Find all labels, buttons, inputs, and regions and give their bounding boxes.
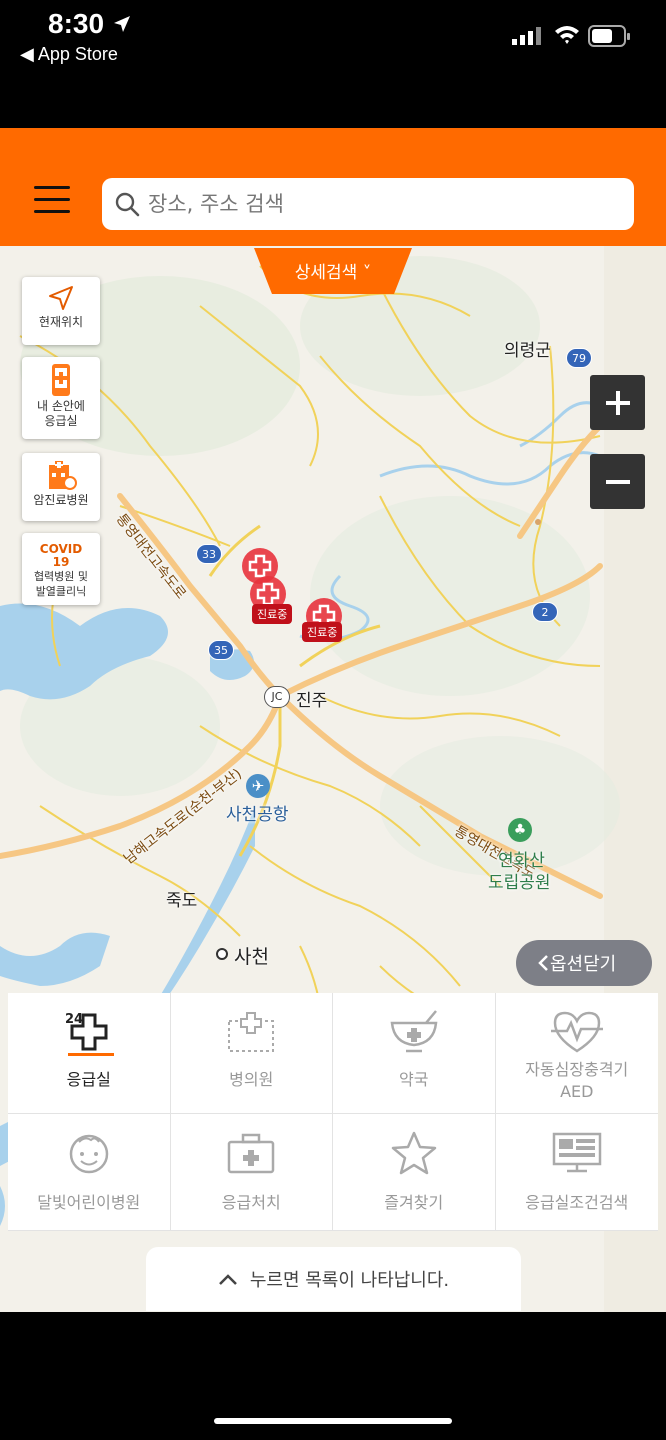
cancer-hospital-icon	[49, 461, 77, 490]
close-options-button[interactable]: 옵션닫기	[516, 940, 652, 986]
category-label: 약국	[399, 1070, 429, 1089]
wifi-icon	[555, 26, 579, 44]
cellular-signal-icon	[512, 27, 541, 45]
pharmacy-bowl-icon	[390, 1010, 438, 1053]
star-icon	[391, 1131, 436, 1175]
city-dot-icon	[216, 948, 228, 960]
heart-pulse-icon	[550, 1011, 603, 1053]
current-location-button[interactable]: 현재위치	[22, 277, 100, 345]
category-clinic[interactable]: 병의원	[170, 993, 333, 1114]
my-hand-er-label-1: 내 손안에	[37, 399, 85, 413]
map-label-sacheon-airport: 사천공항	[226, 805, 289, 825]
back-to-app-store[interactable]: ◀ App Store	[20, 44, 118, 65]
in-treatment-badge: 진료중	[302, 622, 343, 642]
category-label: 즐겨찾기	[384, 1193, 444, 1212]
route-shield-2: 2	[532, 602, 558, 622]
zoom-in-button[interactable]	[590, 375, 645, 430]
search-icon	[115, 192, 140, 217]
category-label: 달빛어린이병원	[37, 1193, 141, 1212]
covid-clinic-button[interactable]: COVID 19 협력병원 및 발열클리닉	[22, 533, 100, 605]
category-label: 병의원	[229, 1070, 274, 1089]
status-bar: 8:30 ◀ App Store	[0, 0, 666, 128]
covid-title-2: 19	[52, 555, 70, 569]
category-grid: 24 응급실 병의원 약국 자동심장충격기 AED 달빛어린이병원 응급처치 즐…	[8, 993, 658, 1231]
battery-icon	[588, 25, 630, 47]
clock: 8:30	[48, 8, 105, 39]
home-indicator[interactable]	[214, 1418, 452, 1424]
map-label-jinju: 진주	[296, 691, 328, 711]
menu-icon[interactable]	[34, 186, 70, 216]
navigation-arrow-icon	[49, 286, 73, 310]
route-shield-33: 33	[196, 544, 222, 564]
hospital-marker[interactable]: 진료중	[246, 574, 293, 624]
category-first-aid[interactable]: 응급처치	[170, 1114, 333, 1231]
in-treatment-badge: 진료중	[252, 604, 293, 624]
detail-search-label: 상세검색 ˅	[294, 263, 372, 283]
category-favorites[interactable]: 즐겨찾기	[333, 1114, 496, 1231]
map-label-uiryeong: 의령군	[504, 341, 551, 361]
route-shield-79: 79	[566, 348, 592, 368]
category-label: 자동심장충격기	[525, 1060, 629, 1079]
park-icon: ♣	[508, 818, 532, 842]
list-drawer-handle[interactable]: 누르면 목록이 나타납니다.	[146, 1247, 521, 1311]
category-moonlight-children-hospital[interactable]: 달빛어린이병원	[8, 1114, 171, 1231]
search-bar[interactable]	[102, 178, 634, 230]
covid-label-2: 발열클리닉	[35, 585, 87, 598]
detail-search-tab[interactable]: 상세검색 ˅	[254, 248, 412, 294]
category-aed[interactable]: 자동심장충격기 AED	[495, 993, 658, 1114]
emergency-24-icon: 24	[65, 1012, 114, 1056]
plus-icon	[605, 390, 630, 415]
my-hand-er-label-2: 응급실	[44, 414, 78, 428]
category-er-condition-search[interactable]: 응급실조건검색	[495, 1114, 658, 1231]
chevron-left-icon	[538, 955, 548, 971]
airport-icon: ✈	[246, 774, 270, 798]
close-options-label: 옵션닫기	[550, 954, 617, 975]
map-label-jukdo: 죽도	[166, 891, 198, 911]
current-location-label: 현재위치	[38, 315, 84, 329]
category-pharmacy[interactable]: 약국	[333, 993, 496, 1114]
category-label-aed: AED	[560, 1082, 594, 1101]
cancer-hospital-label: 암진료병원	[33, 493, 89, 507]
child-face-icon	[69, 1134, 108, 1174]
location-arrow-icon	[114, 16, 130, 32]
jc-icon: JC	[264, 686, 290, 708]
category-label: 응급실	[66, 1070, 111, 1089]
chevron-up-icon	[218, 1274, 237, 1285]
search-input[interactable]	[148, 192, 588, 216]
category-label: 응급처치	[221, 1193, 281, 1212]
cancer-hospital-button[interactable]: 암진료병원	[22, 453, 100, 521]
first-aid-kit-icon	[228, 1133, 275, 1174]
phone-er-icon	[52, 364, 70, 396]
map-label-sacheon: 사천	[234, 946, 269, 968]
category-label: 응급실조건검색	[525, 1193, 629, 1212]
list-drawer-label: 누르면 목록이 나타납니다.	[249, 1270, 450, 1291]
category-emergency-room[interactable]: 24 응급실	[8, 993, 171, 1114]
hospital-building-icon	[228, 1012, 275, 1052]
hospital-marker[interactable]: 진료중	[302, 596, 346, 644]
covid-label-1: 협력병원 및	[33, 570, 89, 583]
monitor-icon	[552, 1132, 601, 1173]
route-shield-35: 35	[208, 640, 234, 660]
map-label-yeonhwasan-2: 도립공원	[488, 873, 551, 893]
zoom-out-button[interactable]	[590, 454, 645, 509]
minus-icon	[605, 479, 630, 484]
my-hand-er-button[interactable]: 내 손안에 응급실	[22, 357, 100, 439]
